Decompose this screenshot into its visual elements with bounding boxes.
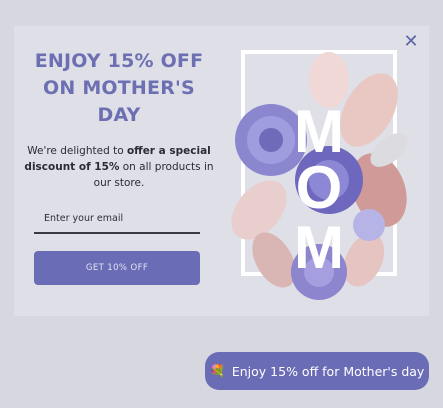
popup-description: We're delighted to offer a special disco… [24,145,214,189]
email-field[interactable] [34,204,200,234]
mom-flower-image: M O M [231,50,408,300]
promo-popup: ✕ ENJOY 15% OFF ON MOTHER'S DAY We're de… [14,26,429,316]
flower-icon: 💐 [209,363,226,379]
popup-title: ENJOY 15% OFF ON MOTHER'S DAY [34,50,204,126]
promo-text: ENJOY 15% OFF ON MOTHER'S DAY We're deli… [24,48,214,191]
promo-teaser-button[interactable]: 💐 Enjoy 15% off for Mother's day [205,352,429,390]
teaser-label: Enjoy 15% off for Mother's day [231,363,425,379]
art-letter-o: O [296,154,343,221]
get-discount-button[interactable]: GET 10% OFF [34,251,200,285]
art-letter-m2: M [294,214,344,281]
